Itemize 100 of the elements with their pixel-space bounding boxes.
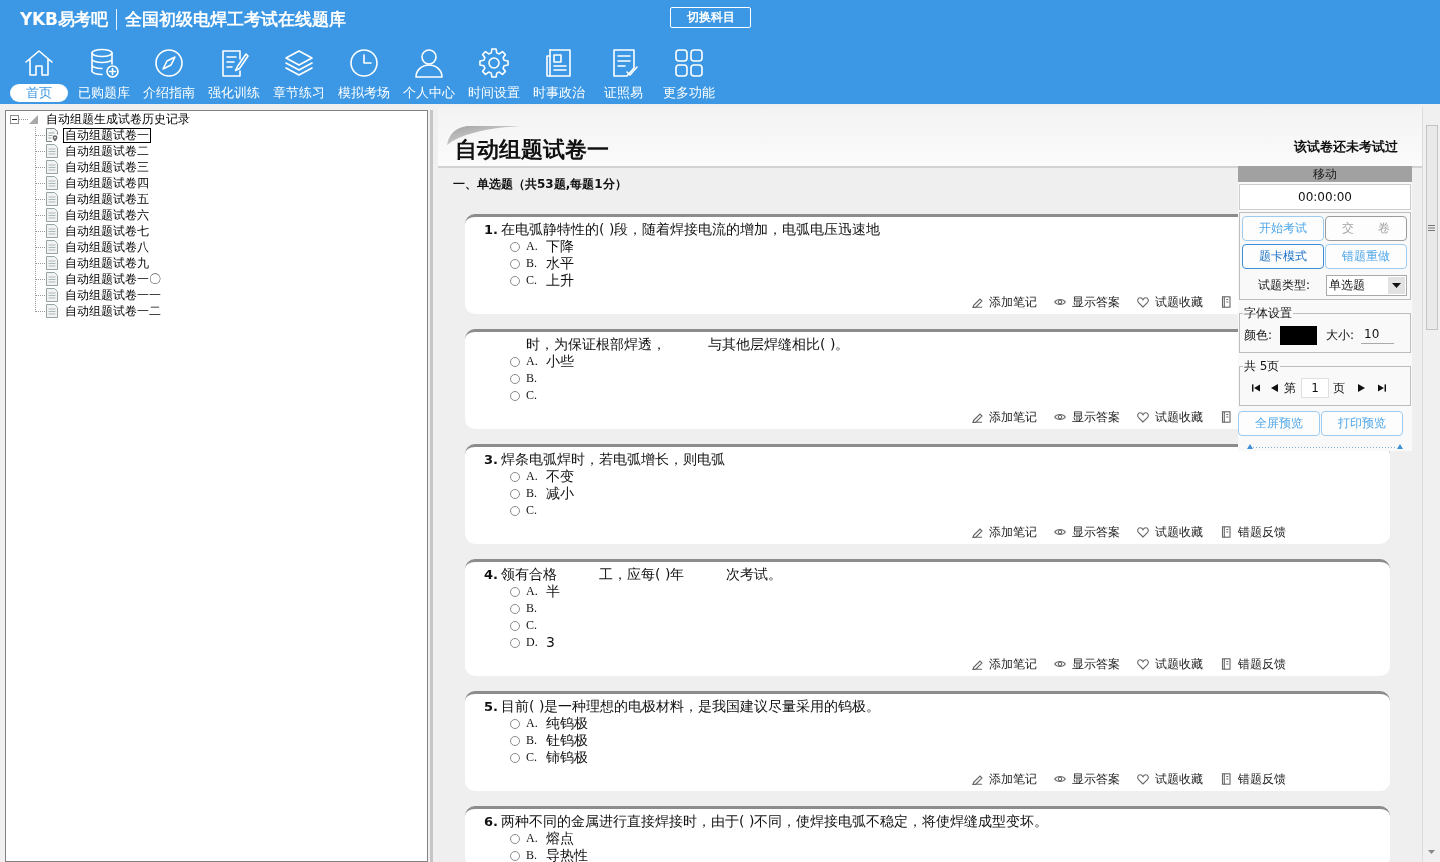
tree-item[interactable]: 自动组题试卷七 [63, 223, 151, 239]
tree-item[interactable]: 自动组题试卷一二 [63, 303, 163, 319]
tree-item[interactable]: 自动组题试卷四 [63, 175, 151, 191]
radio-button[interactable] [510, 586, 520, 597]
page-input[interactable]: 1 [1301, 378, 1329, 398]
tree-item[interactable]: 自动组题试卷一〇 [63, 271, 163, 287]
app-logo: YKB易考吧 [20, 7, 108, 31]
add-note-button[interactable]: 添加笔记 [971, 293, 1037, 311]
tree-item[interactable]: 自动组题试卷一一 [63, 287, 163, 303]
report-error-button[interactable]: 错题反馈 [1220, 523, 1286, 541]
app-title: 全国初级电焊工考试在线题库 [124, 7, 346, 31]
scrollbar[interactable] [1422, 107, 1440, 862]
radio-button[interactable] [510, 603, 520, 614]
scrollbar-thumb[interactable] [1425, 125, 1438, 330]
favorite-button[interactable]: 试题收藏 [1137, 770, 1203, 788]
page-label: 页 [1333, 379, 1345, 397]
document-icon [46, 192, 58, 206]
radio-button[interactable] [510, 488, 520, 499]
report-error-button[interactable] [1220, 408, 1232, 426]
option-letter: C. [526, 618, 538, 633]
collapse-icon[interactable] [10, 114, 19, 124]
paper-title: 自动组题试卷一 [455, 137, 609, 163]
group-title: 字体设置 [1243, 306, 1293, 320]
option-letter: B. [526, 256, 538, 271]
report-error-button[interactable]: 错题反馈 [1220, 655, 1286, 673]
report-error-button[interactable] [1220, 293, 1232, 311]
radio-button[interactable] [510, 471, 520, 482]
heart-icon [1137, 411, 1149, 423]
option-letter: D. [526, 635, 539, 650]
show-answer-button[interactable]: 显示答案 [1054, 523, 1120, 541]
tree-item[interactable]: 自动组题试卷五 [63, 191, 151, 207]
tree-item[interactable]: 自动组题试卷三 [63, 159, 151, 175]
favorite-button[interactable]: 试题收藏 [1137, 523, 1203, 541]
tree-item[interactable]: 自动组题试卷六 [63, 207, 151, 223]
document-icon [46, 288, 58, 302]
tree-item[interactable]: 自动组题生成试卷历史记录 [46, 110, 190, 128]
show-answer-button[interactable]: 显示答案 [1054, 770, 1120, 788]
tree-item[interactable]: 自动组题试卷八 [63, 239, 151, 255]
radio-button[interactable] [510, 275, 520, 286]
color-label: 颜色: [1244, 326, 1273, 344]
add-note-button[interactable]: 添加笔记 [971, 655, 1037, 673]
favorite-button[interactable]: 试题收藏 [1137, 408, 1203, 426]
first-page-icon[interactable] [1252, 384, 1260, 392]
option-letter: B. [526, 733, 538, 748]
radio-button[interactable] [510, 258, 520, 269]
radio-button[interactable] [510, 620, 520, 631]
add-note-button[interactable]: 添加笔记 [971, 770, 1037, 788]
favorite-button[interactable]: 试题收藏 [1137, 293, 1203, 311]
show-answer-button[interactable]: 显示答案 [1054, 293, 1120, 311]
grid-icon [672, 47, 705, 79]
radio-button[interactable] [510, 241, 520, 252]
question-type-select[interactable]: 单选题 [1326, 275, 1407, 296]
pencil-icon [971, 526, 983, 538]
notebook-icon [1220, 658, 1232, 670]
radio-button[interactable] [510, 390, 520, 401]
radio-button[interactable] [510, 718, 520, 729]
favorite-button[interactable]: 试题收藏 [1137, 655, 1203, 673]
option-text: 纯钨极 [546, 716, 588, 731]
radio-button[interactable] [510, 637, 520, 648]
question-text: 领有合格 [501, 565, 557, 584]
add-note-button[interactable]: 添加笔记 [971, 408, 1037, 426]
document-icon [46, 208, 58, 222]
scroll-down-icon[interactable] [1428, 850, 1435, 854]
move-handle[interactable]: 移动 [1238, 166, 1412, 182]
show-answer-button[interactable]: 显示答案 [1054, 408, 1120, 426]
tree-item[interactable]: 自动组题试卷二 [63, 143, 151, 159]
radio-button[interactable] [510, 833, 520, 844]
radio-button[interactable] [510, 356, 520, 367]
radio-button[interactable] [510, 373, 520, 384]
radio-button[interactable] [510, 850, 520, 861]
last-page-icon[interactable] [1378, 384, 1386, 392]
report-error-button[interactable]: 错题反馈 [1220, 770, 1286, 788]
show-answer-button[interactable]: 显示答案 [1054, 655, 1120, 673]
add-note-button[interactable]: 添加笔记 [971, 523, 1037, 541]
user-icon [412, 47, 445, 79]
document-icon [46, 272, 58, 286]
exam-button[interactable]: 题卡模式 [1242, 244, 1324, 269]
font-size-input[interactable]: 10 [1361, 326, 1395, 344]
document-pin-icon [46, 128, 58, 142]
question-text: 工，应每( )年 [599, 565, 685, 584]
option-text: 上升 [546, 273, 574, 288]
radio-button[interactable] [510, 735, 520, 746]
tree-item[interactable]: 自动组题试卷一 [63, 127, 151, 143]
option-text: 水平 [546, 256, 574, 271]
next-page-icon[interactable] [1358, 384, 1365, 392]
option-letter: A. [526, 354, 539, 369]
tree-item[interactable]: 自动组题试卷九 [63, 255, 151, 271]
pencil-icon [971, 658, 983, 670]
radio-button[interactable] [510, 505, 520, 516]
pencil-icon [971, 773, 983, 785]
size-label: 大小: [1326, 326, 1355, 344]
question-number: 1. [484, 222, 498, 237]
grip-icon [1428, 224, 1435, 231]
resize-grip-icon[interactable] [1247, 444, 1403, 449]
option-text: 不变 [546, 469, 574, 484]
color-swatch[interactable] [1280, 325, 1318, 345]
document-icon [46, 224, 58, 238]
previous-page-icon[interactable] [1271, 384, 1278, 392]
radio-button[interactable] [510, 752, 520, 763]
option-text: 减小 [546, 486, 574, 501]
